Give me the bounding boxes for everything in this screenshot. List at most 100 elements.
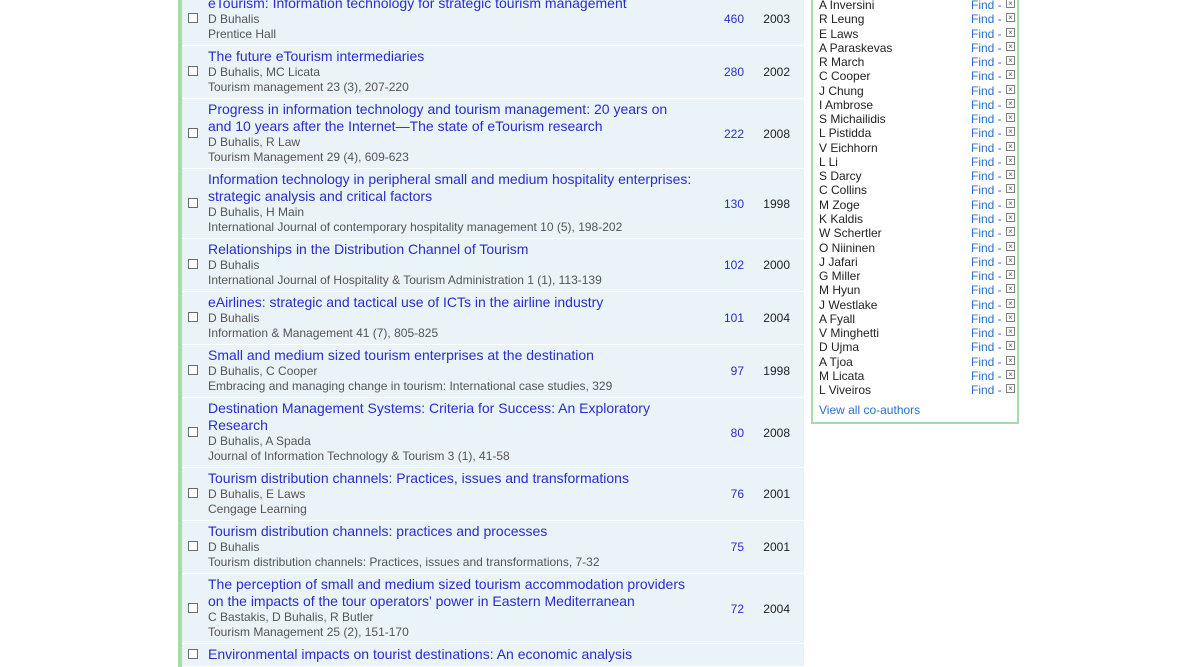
- coauthor-name-link[interactable]: A Tjoa: [819, 355, 853, 369]
- coauthor-find-link[interactable]: Find -: [971, 112, 1002, 126]
- remove-coauthor-icon[interactable]: ×: [1006, 84, 1015, 94]
- coauthor-name-link[interactable]: S Darcy: [819, 169, 862, 183]
- publication-title-link[interactable]: Relationships in the Distribution Channe…: [208, 241, 693, 258]
- coauthor-find-link[interactable]: Find -: [971, 69, 1002, 83]
- select-checkbox[interactable]: [188, 541, 198, 551]
- coauthor-find-link[interactable]: Find -: [971, 355, 1002, 369]
- cited-by-count-link[interactable]: 460: [684, 11, 744, 27]
- publication-title-link[interactable]: The perception of small and medium sized…: [208, 576, 693, 610]
- coauthor-name-link[interactable]: K Kaldis: [819, 212, 863, 226]
- publication-title-link[interactable]: Information technology in peripheral sma…: [208, 171, 693, 205]
- select-checkbox[interactable]: [188, 426, 198, 437]
- remove-coauthor-icon[interactable]: ×: [1006, 27, 1015, 37]
- coauthor-name-link[interactable]: G Miller: [819, 269, 860, 283]
- publication-title-link[interactable]: Destination Management Systems: Criteria…: [208, 400, 693, 434]
- coauthor-find-link[interactable]: Find -: [971, 198, 1002, 212]
- select-checkbox[interactable]: [188, 649, 198, 659]
- remove-coauthor-icon[interactable]: ×: [1006, 327, 1015, 337]
- remove-coauthor-icon[interactable]: ×: [1006, 341, 1015, 351]
- remove-coauthor-icon[interactable]: ×: [1006, 212, 1015, 222]
- coauthor-name-link[interactable]: W Schertler: [819, 226, 882, 240]
- coauthor-find-link[interactable]: Find -: [971, 169, 1002, 183]
- coauthor-name-link[interactable]: M Licata: [819, 369, 864, 383]
- remove-coauthor-icon[interactable]: ×: [1006, 312, 1015, 322]
- coauthor-find-link[interactable]: Find -: [971, 241, 1002, 255]
- remove-coauthor-icon[interactable]: ×: [1006, 155, 1015, 165]
- remove-coauthor-icon[interactable]: ×: [1006, 113, 1015, 123]
- remove-coauthor-icon[interactable]: ×: [1006, 241, 1015, 251]
- select-checkbox[interactable]: [188, 259, 198, 269]
- coauthor-name-link[interactable]: A Paraskevas: [819, 41, 892, 55]
- coauthor-find-link[interactable]: Find -: [971, 226, 1002, 240]
- select-checkbox[interactable]: [188, 602, 198, 613]
- coauthor-name-link[interactable]: J Jafari: [819, 255, 858, 269]
- coauthor-name-link[interactable]: C Collins: [819, 183, 867, 197]
- remove-coauthor-icon[interactable]: ×: [1006, 13, 1015, 23]
- remove-coauthor-icon[interactable]: ×: [1006, 141, 1015, 151]
- remove-coauthor-icon[interactable]: ×: [1006, 170, 1015, 180]
- coauthor-name-link[interactable]: R Leung: [819, 12, 864, 26]
- coauthor-find-link[interactable]: Find -: [971, 141, 1002, 155]
- coauthor-find-link[interactable]: Find -: [971, 298, 1002, 312]
- coauthor-name-link[interactable]: L Li: [819, 155, 838, 169]
- remove-coauthor-icon[interactable]: ×: [1006, 127, 1015, 137]
- cited-by-count-link[interactable]: 102: [684, 257, 744, 273]
- coauthor-name-link[interactable]: M Zoge: [819, 198, 860, 212]
- coauthor-find-link[interactable]: Find -: [971, 383, 1002, 397]
- remove-coauthor-icon[interactable]: ×: [1006, 270, 1015, 280]
- cited-by-count-link[interactable]: 222: [684, 126, 744, 142]
- remove-coauthor-icon[interactable]: ×: [1006, 227, 1015, 237]
- coauthor-find-link[interactable]: Find -: [971, 27, 1002, 41]
- coauthor-name-link[interactable]: R March: [819, 55, 864, 69]
- coauthor-find-link[interactable]: Find -: [971, 326, 1002, 340]
- select-checkbox[interactable]: [188, 13, 198, 23]
- remove-coauthor-icon[interactable]: ×: [1006, 369, 1015, 379]
- coauthor-find-link[interactable]: Find -: [971, 269, 1002, 283]
- select-checkbox[interactable]: [188, 365, 198, 375]
- coauthor-name-link[interactable]: D Ujma: [819, 340, 859, 354]
- remove-coauthor-icon[interactable]: ×: [1006, 255, 1015, 265]
- coauthor-find-link[interactable]: Find -: [971, 0, 1002, 12]
- select-checkbox[interactable]: [188, 66, 198, 76]
- remove-coauthor-icon[interactable]: ×: [1006, 41, 1015, 51]
- coauthor-find-link[interactable]: Find -: [971, 41, 1002, 55]
- coauthor-name-link[interactable]: E Laws: [819, 27, 858, 41]
- coauthor-find-link[interactable]: Find -: [971, 12, 1002, 26]
- coauthor-name-link[interactable]: V Eichhorn: [819, 141, 878, 155]
- remove-coauthor-icon[interactable]: ×: [1006, 284, 1015, 294]
- remove-coauthor-icon[interactable]: ×: [1006, 98, 1015, 108]
- select-checkbox[interactable]: [188, 197, 198, 208]
- remove-coauthor-icon[interactable]: ×: [1006, 198, 1015, 208]
- coauthor-name-link[interactable]: J Westlake: [819, 298, 877, 312]
- coauthor-find-link[interactable]: Find -: [971, 84, 1002, 98]
- select-checkbox[interactable]: [188, 488, 198, 498]
- coauthor-name-link[interactable]: L Viveiros: [819, 383, 871, 397]
- publication-title-link[interactable]: Progress in information technology and t…: [208, 101, 693, 135]
- publication-title-link[interactable]: Tourism distribution channels: practices…: [208, 523, 693, 540]
- remove-coauthor-icon[interactable]: ×: [1006, 184, 1015, 194]
- coauthor-name-link[interactable]: C Cooper: [819, 69, 870, 83]
- coauthor-find-link[interactable]: Find -: [971, 126, 1002, 140]
- remove-coauthor-icon[interactable]: ×: [1006, 384, 1015, 394]
- coauthor-find-link[interactable]: Find -: [971, 183, 1002, 197]
- coauthor-find-link[interactable]: Find -: [971, 255, 1002, 269]
- coauthor-find-link[interactable]: Find -: [971, 55, 1002, 69]
- coauthor-name-link[interactable]: I Ambrose: [819, 98, 873, 112]
- cited-by-count-link[interactable]: 280: [684, 64, 744, 80]
- publication-title-link[interactable]: Environmental impacts on tourist destina…: [208, 646, 693, 663]
- cited-by-count-link[interactable]: 101: [684, 310, 744, 326]
- publication-title-link[interactable]: Tourism distribution channels: Practices…: [208, 470, 693, 487]
- coauthor-find-link[interactable]: Find -: [971, 283, 1002, 297]
- coauthor-find-link[interactable]: Find -: [971, 340, 1002, 354]
- select-checkbox[interactable]: [188, 127, 198, 138]
- cited-by-count-link[interactable]: 97: [684, 363, 744, 379]
- coauthor-name-link[interactable]: J Chung: [819, 84, 864, 98]
- publication-title-link[interactable]: Small and medium sized tourism enterpris…: [208, 347, 693, 364]
- remove-coauthor-icon[interactable]: ×: [1006, 56, 1015, 66]
- coauthor-name-link[interactable]: A Fyall: [819, 312, 855, 326]
- coauthor-find-link[interactable]: Find -: [971, 212, 1002, 226]
- select-checkbox[interactable]: [188, 312, 198, 322]
- coauthor-name-link[interactable]: O Niininen: [819, 241, 875, 255]
- coauthor-find-link[interactable]: Find -: [971, 369, 1002, 383]
- remove-coauthor-icon[interactable]: ×: [1006, 0, 1015, 8]
